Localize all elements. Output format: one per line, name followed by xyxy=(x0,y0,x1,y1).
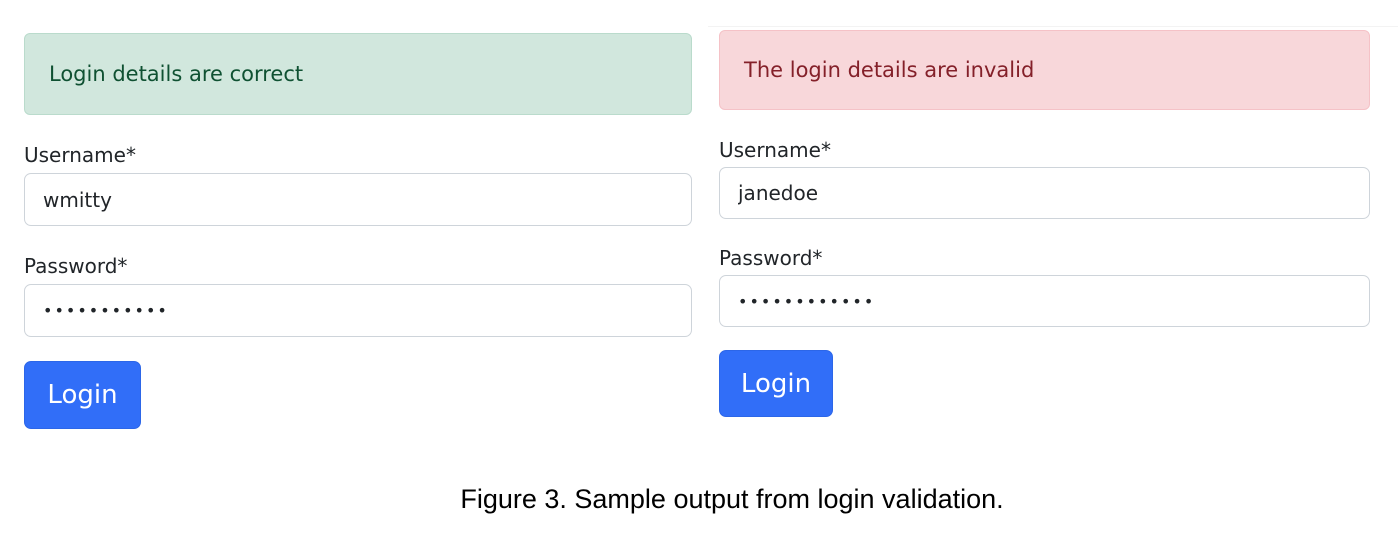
login-button[interactable]: Login xyxy=(24,361,141,429)
username-label: Username* xyxy=(719,138,831,162)
login-button[interactable]: Login xyxy=(719,350,833,417)
login-button-label: Login xyxy=(740,368,812,399)
error-alert-text: The login details are invalid xyxy=(744,58,1035,82)
password-input[interactable] xyxy=(24,284,692,337)
username-input[interactable] xyxy=(24,173,692,226)
password-label: Password* xyxy=(719,246,823,270)
success-alert: Login details are correct xyxy=(24,33,692,115)
username-label: Username* xyxy=(24,143,136,167)
username-input[interactable] xyxy=(719,167,1370,219)
error-alert: The login details are invalid xyxy=(719,30,1370,110)
top-divider xyxy=(708,26,1398,27)
password-input[interactable] xyxy=(719,275,1370,327)
success-alert-text: Login details are correct xyxy=(49,62,304,86)
login-button-label: Login xyxy=(47,380,118,410)
figure-caption: Figure 3. Sample output from login valid… xyxy=(460,484,1004,514)
password-label: Password* xyxy=(24,254,128,278)
